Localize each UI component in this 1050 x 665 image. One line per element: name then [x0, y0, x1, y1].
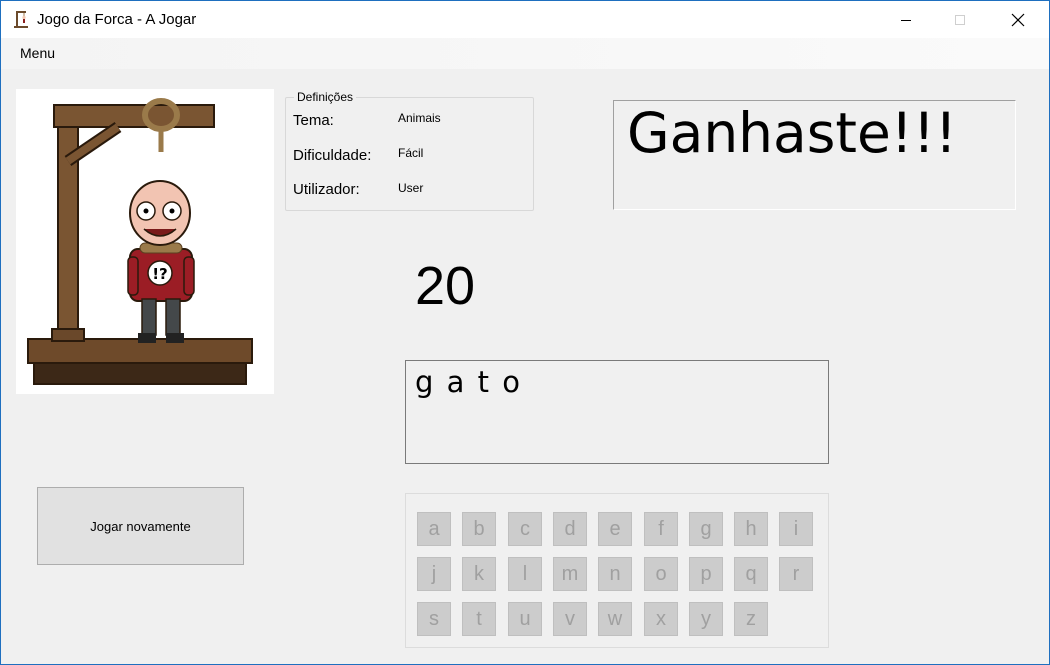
svg-text:!?: !? — [152, 265, 168, 283]
letter-key-x[interactable]: x — [644, 602, 678, 636]
settings-legend: Definições — [294, 90, 357, 104]
attempts-counter: 20 — [415, 256, 476, 316]
letter-key-a[interactable]: a — [417, 512, 451, 546]
letter-key-y[interactable]: y — [689, 602, 723, 636]
theme-label: Tema: — [293, 112, 334, 129]
letter-key-d[interactable]: d — [553, 512, 587, 546]
letter-key-m[interactable]: m — [553, 557, 587, 591]
play-again-button[interactable]: Jogar novamente — [37, 487, 244, 565]
letter-key-s[interactable]: s — [417, 602, 451, 636]
word-display: g a t o — [415, 365, 522, 399]
letter-key-k[interactable]: k — [462, 557, 496, 591]
letter-key-l[interactable]: l — [508, 557, 542, 591]
letter-key-f[interactable]: f — [644, 512, 678, 546]
letter-key-j[interactable]: j — [417, 557, 451, 591]
letter-key-c[interactable]: c — [508, 512, 542, 546]
result-panel: Ganhaste!!! — [613, 100, 1016, 210]
minimize-button[interactable] — [883, 1, 929, 38]
minimize-icon — [901, 19, 911, 21]
window-title: Jogo da Forca - A Jogar — [37, 11, 197, 28]
letter-key-u[interactable]: u — [508, 602, 542, 636]
hangman-image: !? — [16, 89, 274, 394]
letter-key-t[interactable]: t — [462, 602, 496, 636]
letter-key-q[interactable]: q — [734, 557, 768, 591]
letter-key-e[interactable]: e — [598, 512, 632, 546]
close-button[interactable] — [995, 1, 1041, 38]
difficulty-value: Fácil — [398, 146, 424, 160]
menu-bar: Menu — [1, 38, 1049, 69]
user-label: Utilizador: — [293, 181, 360, 198]
letter-key-h[interactable]: h — [734, 512, 768, 546]
letter-key-g[interactable]: g — [689, 512, 723, 546]
letter-keyboard: abcdefghi jklmnopqr stuvwxyz — [405, 493, 829, 648]
settings-groupbox: Definições Tema: Animais Dificuldade: Fá… — [285, 90, 534, 211]
word-display-box: g a t o — [405, 360, 829, 464]
result-message: Ganhaste!!! — [627, 101, 957, 165]
letter-key-v[interactable]: v — [553, 602, 587, 636]
maximize-icon — [955, 14, 965, 25]
letter-key-i[interactable]: i — [779, 512, 813, 546]
letter-key-n[interactable]: n — [598, 557, 632, 591]
user-value: User — [398, 181, 424, 195]
difficulty-label: Dificuldade: — [293, 147, 372, 164]
menu-item-menu[interactable]: Menu — [20, 45, 55, 61]
title-bar: Jogo da Forca - A Jogar — [1, 1, 1049, 38]
hangman-app-icon — [14, 11, 28, 28]
close-icon — [1011, 13, 1025, 26]
letter-key-o[interactable]: o — [644, 557, 678, 591]
letter-key-r[interactable]: r — [779, 557, 813, 591]
maximize-button[interactable] — [937, 1, 983, 38]
letter-key-w[interactable]: w — [598, 602, 632, 636]
letter-key-p[interactable]: p — [689, 557, 723, 591]
letter-key-z[interactable]: z — [734, 602, 768, 636]
letter-key-b[interactable]: b — [462, 512, 496, 546]
theme-value: Animais — [398, 111, 441, 125]
hangman-gallows-image: !? — [27, 98, 253, 385]
